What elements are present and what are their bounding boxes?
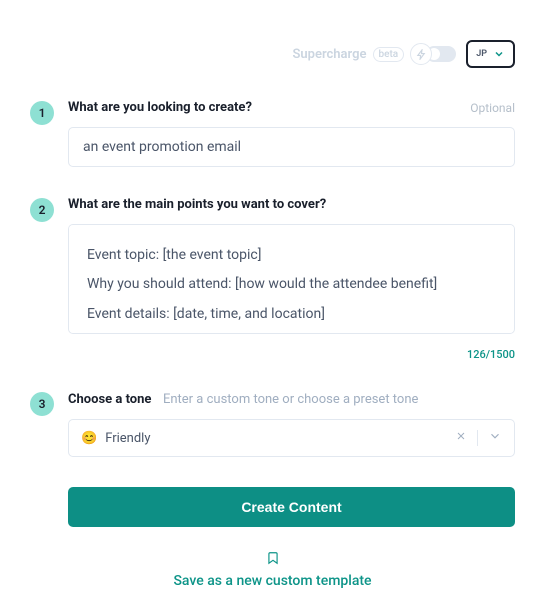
chevron-down-icon[interactable] <box>488 429 502 447</box>
step-badge-2: 2 <box>30 198 54 222</box>
clear-tone-icon[interactable] <box>455 430 467 446</box>
step-badge-3: 3 <box>30 392 54 416</box>
tone-emoji-icon: 😊 <box>81 431 97 446</box>
tone-select[interactable]: 😊 Friendly <box>68 419 515 457</box>
char-counter: 126/1500 <box>68 348 515 361</box>
step3-hint: Enter a custom tone or choose a preset t… <box>163 392 418 407</box>
step-3: 3 Choose a tone Enter a custom tone or c… <box>30 391 515 457</box>
tone-selected-label: Friendly <box>105 431 150 446</box>
supercharge-label: Supercharge <box>292 47 366 62</box>
bolt-icon <box>410 43 432 65</box>
save-template-label: Save as a new custom template <box>30 573 515 589</box>
select-divider <box>477 430 478 446</box>
save-template-link[interactable]: Save as a new custom template <box>30 551 515 589</box>
beta-badge: beta <box>373 47 405 62</box>
chevron-down-icon <box>493 48 505 60</box>
step1-optional: Optional <box>470 101 515 115</box>
user-initials: JP <box>476 49 487 59</box>
step-1: 1 What are you looking to create? Option… <box>30 100 515 167</box>
top-bar: Supercharge beta JP <box>30 40 515 68</box>
user-menu[interactable]: JP <box>466 40 515 68</box>
supercharge-group: Supercharge beta <box>292 43 456 65</box>
step-badge-1: 1 <box>30 101 54 125</box>
bookmark-icon <box>266 551 280 565</box>
step2-textarea[interactable] <box>68 224 515 334</box>
step2-label: What are the main points you want to cov… <box>68 197 326 212</box>
step1-label: What are you looking to create? <box>68 100 252 115</box>
step-2: 2 What are the main points you want to c… <box>30 197 515 361</box>
step3-label: Choose a tone <box>68 392 151 407</box>
supercharge-toggle[interactable] <box>410 43 456 65</box>
create-content-button[interactable]: Create Content <box>68 487 515 527</box>
step1-input[interactable] <box>68 127 515 167</box>
